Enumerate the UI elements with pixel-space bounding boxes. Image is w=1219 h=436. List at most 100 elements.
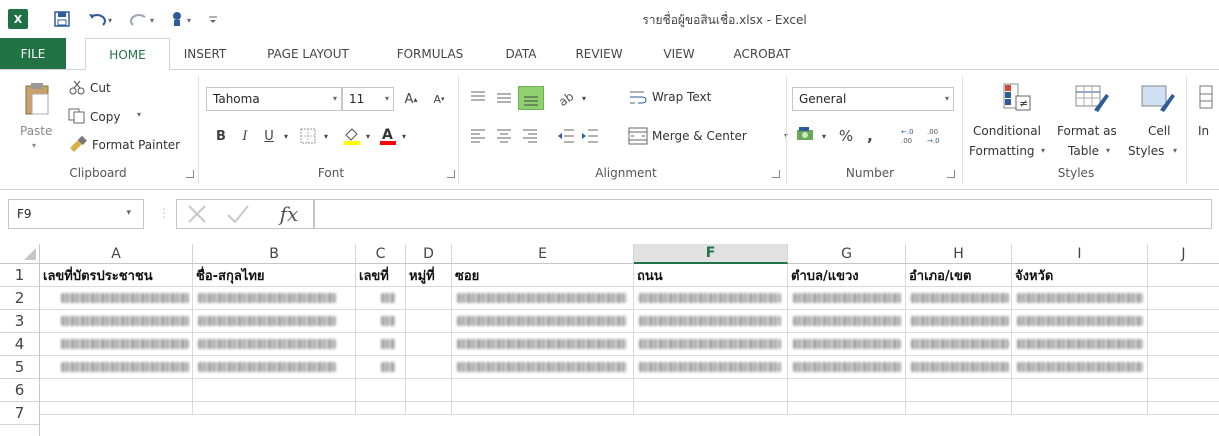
conditional-formatting-icon[interactable]: ≠ — [1002, 82, 1032, 114]
empty-cell[interactable] — [906, 402, 1012, 415]
fill-color-icon[interactable] — [342, 126, 362, 146]
copy-button[interactable]: Copy — [90, 110, 120, 124]
empty-cell[interactable] — [406, 356, 452, 379]
merge-center-button[interactable]: Merge & Center — [652, 129, 747, 143]
font-color-dropdown-icon[interactable]: ▾ — [398, 124, 410, 148]
redacted-cell[interactable] — [906, 310, 1012, 333]
wrap-text-button[interactable]: Wrap Text — [652, 90, 711, 104]
redacted-cell[interactable] — [1012, 333, 1148, 356]
column-header-e[interactable]: E — [452, 244, 634, 264]
paste-icon[interactable] — [20, 82, 54, 118]
empty-cell[interactable] — [634, 379, 788, 402]
font-size-combo[interactable]: 11 ▾ — [342, 87, 394, 111]
empty-cell[interactable] — [1148, 402, 1219, 415]
tab-review[interactable]: REVIEW — [565, 38, 633, 70]
fill-color-dropdown-icon[interactable]: ▾ — [362, 124, 374, 148]
font-launcher-icon[interactable] — [447, 170, 455, 178]
empty-cell[interactable] — [452, 402, 634, 415]
redacted-cell[interactable] — [40, 310, 193, 333]
formula-input[interactable] — [314, 199, 1212, 229]
header-cell[interactable]: ถนน — [634, 264, 788, 287]
underline-button[interactable]: U — [258, 124, 280, 148]
tab-home[interactable]: HOME — [85, 38, 170, 70]
tab-acrobat[interactable]: ACROBAT — [722, 38, 802, 70]
redacted-cell[interactable] — [634, 356, 788, 379]
select-all-corner[interactable] — [0, 244, 40, 264]
empty-cell[interactable] — [906, 379, 1012, 402]
orientation-dropdown-icon[interactable]: ▾ — [578, 86, 590, 110]
decrease-indent-icon[interactable] — [556, 127, 576, 145]
paste-button[interactable]: Paste — [20, 124, 52, 138]
redacted-cell[interactable] — [788, 333, 906, 356]
header-cell[interactable]: เลขที่บัตรประชาชน — [40, 264, 193, 287]
increase-indent-icon[interactable] — [580, 127, 600, 145]
redacted-cell[interactable] — [193, 310, 356, 333]
cell-styles-dropdown-icon[interactable]: ▾ — [1173, 146, 1177, 155]
column-header-a[interactable]: A — [40, 244, 193, 264]
cut-icon[interactable] — [68, 80, 86, 96]
column-header-h[interactable]: H — [906, 244, 1012, 264]
grow-font-icon[interactable]: A ▴ — [400, 87, 422, 111]
empty-cell[interactable] — [788, 402, 906, 415]
redacted-cell[interactable] — [906, 356, 1012, 379]
cancel-icon[interactable] — [186, 203, 208, 225]
column-header-j[interactable]: J — [1148, 244, 1219, 264]
top-align-icon[interactable] — [468, 88, 488, 108]
header-cell[interactable]: อำเภอ/เขต — [906, 264, 1012, 287]
header-cell[interactable]: ชื่อ-สกุลไทย — [193, 264, 356, 287]
row-header-7[interactable]: 7 — [0, 402, 40, 425]
borders-dropdown-icon[interactable]: ▾ — [320, 124, 332, 148]
font-color-icon[interactable]: A — [378, 126, 398, 146]
shrink-font-icon[interactable]: A ▾ — [428, 87, 450, 111]
tab-insert[interactable]: INSERT — [177, 38, 233, 70]
redacted-cell[interactable] — [356, 356, 406, 379]
redacted-cell[interactable] — [356, 333, 406, 356]
format-as-table-dropdown-icon[interactable]: ▾ — [1106, 146, 1110, 155]
row-header-5[interactable]: 5 — [0, 356, 40, 379]
align-center-icon[interactable] — [494, 127, 514, 145]
copy-dropdown-icon[interactable]: ▾ — [137, 110, 141, 119]
copy-icon[interactable] — [68, 108, 86, 124]
borders-icon[interactable] — [300, 128, 318, 144]
empty-cell[interactable] — [193, 402, 356, 415]
redacted-cell[interactable] — [356, 287, 406, 310]
decrease-decimal-icon[interactable]: .00 →.0 — [926, 126, 948, 146]
redacted-cell[interactable] — [634, 333, 788, 356]
italic-button[interactable]: I — [234, 124, 256, 148]
empty-cell[interactable] — [406, 287, 452, 310]
cell-styles-button[interactable]: Cell — [1148, 124, 1170, 138]
tab-page-layout[interactable]: PAGE LAYOUT — [255, 38, 361, 70]
underline-dropdown-icon[interactable]: ▾ — [280, 124, 292, 148]
empty-cell[interactable] — [788, 379, 906, 402]
empty-cell[interactable] — [40, 402, 193, 415]
redacted-cell[interactable] — [452, 310, 634, 333]
format-as-table-button[interactable]: Format as — [1057, 124, 1117, 138]
clipboard-launcher-icon[interactable] — [186, 170, 194, 178]
tab-view[interactable]: VIEW — [655, 38, 703, 70]
middle-align-icon[interactable] — [494, 88, 514, 108]
empty-cell[interactable] — [406, 379, 452, 402]
redacted-cell[interactable] — [634, 310, 788, 333]
empty-cell[interactable] — [356, 402, 406, 415]
enter-check-icon[interactable] — [226, 203, 250, 225]
redacted-cell[interactable] — [1012, 287, 1148, 310]
column-header-i[interactable]: I — [1012, 244, 1148, 264]
column-header-c[interactable]: C — [356, 244, 406, 264]
name-box[interactable]: F9 ▾ — [8, 199, 144, 229]
redacted-cell[interactable] — [40, 333, 193, 356]
empty-cell[interactable] — [1148, 287, 1219, 310]
tab-formulas[interactable]: FORMULAS — [384, 38, 476, 70]
header-cell[interactable]: ซอย — [452, 264, 634, 287]
header-cell[interactable]: หมู่ที่ — [406, 264, 452, 287]
font-name-combo[interactable]: Tahoma ▾ — [206, 87, 342, 111]
chevron-down-icon[interactable]: ▾ — [126, 208, 131, 218]
insert-function-button[interactable]: fx — [272, 199, 306, 229]
header-cell[interactable]: จังหวัด — [1012, 264, 1148, 287]
redacted-cell[interactable] — [906, 333, 1012, 356]
empty-cell[interactable] — [1148, 379, 1219, 402]
tab-file[interactable]: FILE — [0, 38, 66, 70]
empty-cell[interactable] — [1012, 379, 1148, 402]
redacted-cell[interactable] — [452, 287, 634, 310]
redacted-cell[interactable] — [193, 287, 356, 310]
number-format-combo[interactable]: General ▾ — [792, 87, 954, 111]
